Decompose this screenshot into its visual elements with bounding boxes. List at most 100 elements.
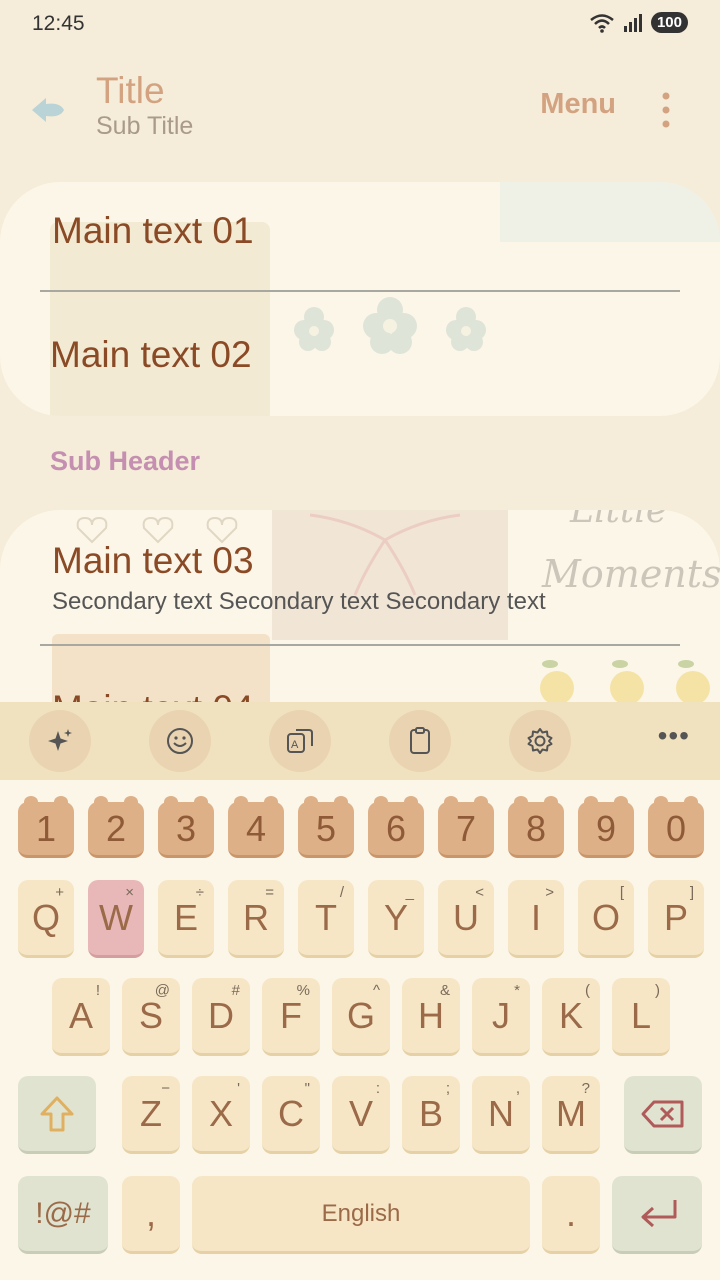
key-label: 0 xyxy=(665,807,687,849)
list-item-main-text[interactable]: Main text 02 xyxy=(50,334,252,376)
key-i[interactable]: I > xyxy=(508,880,564,958)
list-card-1: Main text 01 Main text 02 xyxy=(0,182,720,416)
key-w[interactable]: W × xyxy=(88,880,144,958)
key-label: T xyxy=(315,896,337,938)
key-c[interactable]: C " xyxy=(262,1076,320,1154)
key-number-3[interactable]: 3 xyxy=(158,796,214,858)
clipboard-icon xyxy=(410,727,430,754)
key-a[interactable]: A! xyxy=(52,978,110,1056)
key-k[interactable]: K( xyxy=(542,978,600,1056)
key-label: C xyxy=(278,1092,304,1134)
key-b[interactable]: B; xyxy=(402,1076,460,1154)
key-e[interactable]: E ÷ xyxy=(158,880,214,958)
key-p[interactable]: P] xyxy=(648,880,704,958)
key-secondary-symbol: − xyxy=(161,1080,170,1097)
key-h[interactable]: H & xyxy=(402,978,460,1056)
paper-decoration xyxy=(500,182,720,242)
key-label: G xyxy=(346,994,375,1036)
key-label: I xyxy=(530,896,541,938)
key-d[interactable]: D # xyxy=(192,978,250,1056)
settings-icon xyxy=(527,728,553,754)
key-label: 4 xyxy=(245,807,267,849)
settings-button[interactable] xyxy=(509,710,571,772)
more-options-button[interactable]: ••• xyxy=(658,720,690,752)
key-label: R xyxy=(243,896,269,938)
key-label: V xyxy=(348,1092,373,1134)
key-label: B xyxy=(418,1092,443,1134)
key-f[interactable]: F% xyxy=(262,978,320,1056)
key-label: H xyxy=(418,994,444,1036)
key-number-4[interactable]: 4 xyxy=(228,796,284,858)
key-label: K xyxy=(558,994,583,1036)
enter-key[interactable] xyxy=(612,1176,702,1254)
signal-icon xyxy=(623,13,642,32)
key-label: F xyxy=(280,994,302,1036)
key-label: X xyxy=(208,1092,233,1134)
key-secondary-symbol: ? xyxy=(581,1080,590,1097)
key-s[interactable]: S @ xyxy=(122,978,180,1056)
key-number-5[interactable]: 5 xyxy=(298,796,354,858)
key-q[interactable]: Q + xyxy=(18,880,74,958)
key-r[interactable]: R = xyxy=(228,880,284,958)
key-x[interactable]: X ' xyxy=(192,1076,250,1154)
key-label: O xyxy=(591,896,620,938)
menu-button[interactable]: Menu xyxy=(540,88,616,121)
key-secondary-symbol: = xyxy=(265,884,274,901)
key-label: N xyxy=(488,1092,514,1134)
key-j[interactable]: J * xyxy=(472,978,530,1056)
key-secondary-symbol: > xyxy=(545,884,554,901)
key-secondary-symbol: ^ xyxy=(372,982,380,999)
key-secondary-symbol: # xyxy=(231,982,240,999)
key-secondary-symbol: % xyxy=(296,982,310,999)
key-number-7[interactable]: 7 xyxy=(438,796,494,858)
clipboard-button[interactable] xyxy=(389,710,451,772)
key-m[interactable]: M? xyxy=(542,1076,600,1154)
sparkle-icon xyxy=(48,729,72,751)
status-time: 12:45 xyxy=(32,12,85,35)
backspace-icon xyxy=(641,1100,684,1127)
key-y[interactable]: Y _ xyxy=(368,880,424,958)
key-label: Z xyxy=(140,1092,162,1134)
ai-tools-button[interactable] xyxy=(29,710,91,772)
backspace-key[interactable] xyxy=(624,1076,702,1154)
list-divider xyxy=(40,290,680,292)
key-number-8[interactable]: 8 xyxy=(508,796,564,858)
translate-button[interactable]: A xyxy=(269,710,331,772)
key-u[interactable]: U < xyxy=(438,880,494,958)
bow-decoration xyxy=(309,513,461,596)
list-item-main-text[interactable]: Main text 01 xyxy=(52,210,254,252)
key-g[interactable]: G ^ xyxy=(332,978,390,1056)
decor-text-moments: Moments xyxy=(542,552,720,596)
comma-key[interactable]: , xyxy=(122,1176,180,1254)
key-secondary-symbol: : xyxy=(375,1080,380,1097)
key-label: 6 xyxy=(385,807,407,849)
emoji-icon xyxy=(167,728,193,754)
decor-text-little: Little xyxy=(570,510,668,531)
key-number-0[interactable]: 0 xyxy=(648,796,704,858)
shift-key[interactable] xyxy=(18,1076,96,1154)
key-number-6[interactable]: 6 xyxy=(368,796,424,858)
emoji-button[interactable] xyxy=(149,710,211,772)
symbols-key[interactable]: !@# xyxy=(18,1176,108,1254)
key-number-2[interactable]: 2 xyxy=(88,796,144,858)
key-number-9[interactable]: 9 xyxy=(578,796,634,858)
status-icons: 100 xyxy=(589,12,688,33)
list-item-main-text[interactable]: Main text 03 xyxy=(52,540,254,582)
key-n[interactable]: N, xyxy=(472,1076,530,1154)
key-label: Y xyxy=(383,896,408,938)
page-subtitle: Sub Title xyxy=(96,112,194,140)
more-vertical-icon[interactable] xyxy=(658,90,674,130)
key-t[interactable]: T / xyxy=(298,880,354,958)
space-key[interactable]: English xyxy=(192,1176,530,1254)
key-o[interactable]: O[ xyxy=(578,880,634,958)
key-z[interactable]: Z − xyxy=(122,1076,180,1154)
key-v[interactable]: V: xyxy=(332,1076,390,1154)
keyboard-toolbar: A ••• xyxy=(0,702,720,780)
status-bar: 12:45 100 xyxy=(0,0,720,50)
key-l[interactable]: L) xyxy=(612,978,670,1056)
key-label: D xyxy=(208,994,234,1036)
key-label: E xyxy=(173,896,198,938)
key-number-1[interactable]: 1 xyxy=(18,796,74,858)
back-arrow-icon[interactable] xyxy=(28,90,70,130)
period-key[interactable]: . xyxy=(542,1176,600,1254)
